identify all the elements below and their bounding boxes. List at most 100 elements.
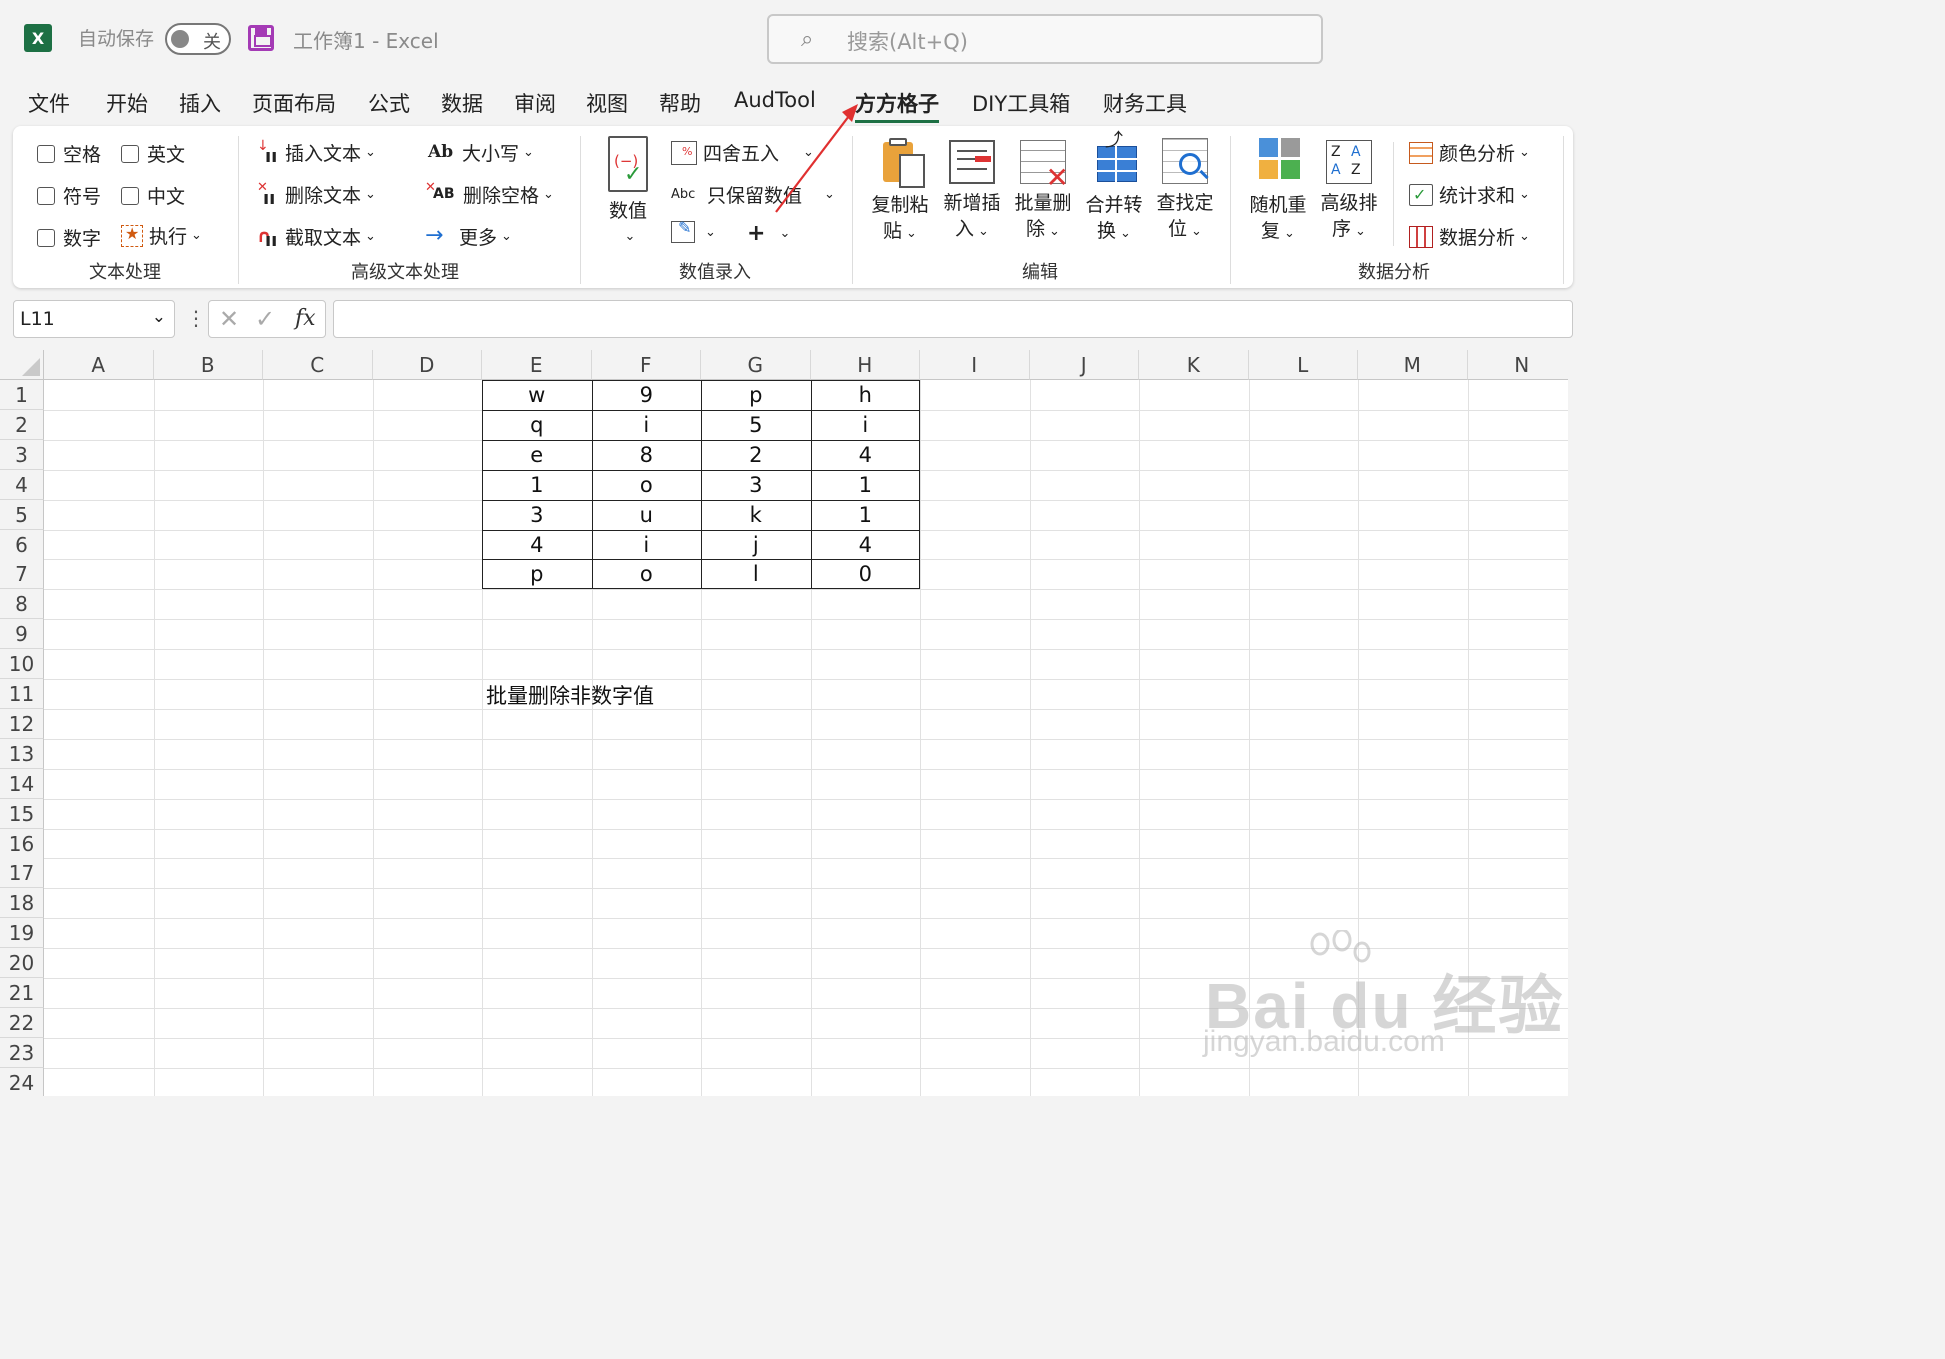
table-cell[interactable]: o bbox=[592, 559, 702, 589]
table-cell[interactable]: l bbox=[701, 559, 811, 589]
table-cell[interactable]: w bbox=[482, 380, 592, 410]
column-header-e[interactable]: E bbox=[482, 350, 592, 380]
insert-text-button[interactable]: ↓ ıı 插入文本 ⌄ bbox=[257, 138, 376, 167]
column-header-c[interactable]: C bbox=[263, 350, 373, 380]
checkbox-english[interactable]: 英文 bbox=[121, 140, 185, 167]
table-cell[interactable]: 1 bbox=[482, 470, 592, 500]
tab-diy-toolbox[interactable]: DIY工具箱 bbox=[972, 88, 1070, 118]
tab-finance-tools[interactable]: 财务工具 bbox=[1103, 88, 1187, 118]
add-dropdown[interactable]: + ⌄ bbox=[747, 221, 790, 246]
row-header-19[interactable]: 19 bbox=[0, 918, 44, 949]
table-cell[interactable]: i bbox=[811, 410, 921, 440]
formula-input[interactable] bbox=[333, 300, 1573, 338]
tab-view[interactable]: 视图 bbox=[586, 88, 628, 118]
tab-review[interactable]: 审阅 bbox=[514, 88, 556, 118]
table-cell[interactable]: 4 bbox=[811, 530, 921, 560]
tab-help[interactable]: 帮助 bbox=[659, 88, 701, 118]
column-header-j[interactable]: J bbox=[1029, 350, 1139, 380]
checkbox-number[interactable]: 数字 bbox=[37, 224, 101, 251]
delete-text-button[interactable]: ✕ ıı 删除文本 ⌄ bbox=[257, 180, 376, 209]
row-header-20[interactable]: 20 bbox=[0, 948, 44, 979]
row-header-7[interactable]: 7 bbox=[0, 559, 44, 590]
table-cell[interactable]: 4 bbox=[482, 530, 592, 560]
row-header-13[interactable]: 13 bbox=[0, 738, 44, 769]
table-cell[interactable]: j bbox=[701, 530, 811, 560]
row-header-22[interactable]: 22 bbox=[0, 1007, 44, 1038]
row-header-17[interactable]: 17 bbox=[0, 858, 44, 889]
row-header-8[interactable]: 8 bbox=[0, 589, 44, 620]
tab-insert[interactable]: 插入 bbox=[179, 88, 221, 118]
batch-delete-button[interactable]: ✕ 批量删 除 ⌄ bbox=[1010, 136, 1076, 245]
row-header-23[interactable]: 23 bbox=[0, 1037, 44, 1068]
table-cell[interactable]: p bbox=[482, 559, 592, 589]
table-cell[interactable]: q bbox=[482, 410, 592, 440]
table-cell[interactable]: e bbox=[482, 440, 592, 470]
table-cell[interactable]: 1 bbox=[811, 470, 921, 500]
checkbox-space[interactable]: 空格 bbox=[37, 140, 101, 167]
confirm-icon[interactable]: ✓ bbox=[255, 305, 275, 333]
merge-convert-button[interactable]: ⤴ 合并转 换 ⌄ bbox=[1081, 130, 1147, 247]
cancel-icon[interactable]: ✕ bbox=[219, 305, 239, 333]
table-cell[interactable]: 3 bbox=[701, 470, 811, 500]
data-analysis-button[interactable]: 数据分析 ⌄ bbox=[1409, 223, 1530, 250]
row-header-1[interactable]: 1 bbox=[0, 380, 44, 410]
row-header-3[interactable]: 3 bbox=[0, 439, 44, 470]
execute-button[interactable]: ★ 执行 ⌄ bbox=[121, 222, 202, 249]
copy-paste-button[interactable]: 复制粘 贴 ⌄ bbox=[867, 136, 933, 247]
search-box[interactable]: ⌕ 搜索(Alt+Q) bbox=[767, 14, 1323, 64]
tab-audtool[interactable]: AudTool bbox=[734, 88, 816, 112]
row-header-10[interactable]: 10 bbox=[0, 649, 44, 680]
column-header-i[interactable]: I bbox=[920, 350, 1030, 380]
column-header-h[interactable]: H bbox=[810, 350, 920, 380]
table-cell[interactable]: h bbox=[811, 380, 921, 410]
column-header-b[interactable]: B bbox=[153, 350, 263, 380]
tab-file[interactable]: 文件 bbox=[28, 88, 70, 118]
insert-new-button[interactable]: 新增插 入 ⌄ bbox=[939, 136, 1005, 245]
table-cell[interactable]: o bbox=[592, 470, 702, 500]
column-header-l[interactable]: L bbox=[1248, 350, 1358, 380]
table-cell[interactable]: u bbox=[592, 500, 702, 530]
save-icon[interactable] bbox=[248, 25, 274, 51]
row-header-4[interactable]: 4 bbox=[0, 469, 44, 500]
table-cell[interactable]: 5 bbox=[701, 410, 811, 440]
random-repeat-button[interactable]: 随机重 复 ⌄ bbox=[1245, 136, 1311, 247]
extract-text-button[interactable]: ∩ ıı 截取文本 ⌄ bbox=[257, 223, 376, 251]
tab-page-layout[interactable]: 页面布局 bbox=[252, 88, 336, 118]
row-header-15[interactable]: 15 bbox=[0, 798, 44, 829]
tab-data[interactable]: 数据 bbox=[441, 88, 483, 118]
color-analysis-button[interactable]: 颜色分析 ⌄ bbox=[1409, 139, 1530, 166]
table-cell[interactable]: 9 bbox=[592, 380, 702, 410]
column-header-k[interactable]: K bbox=[1139, 350, 1249, 380]
delete-spaces-button[interactable]: ✕ AB 删除空格 ⌄ bbox=[425, 180, 554, 208]
column-header-a[interactable]: A bbox=[44, 350, 154, 380]
case-button[interactable]: Ab 大小写 ⌄ bbox=[428, 139, 534, 166]
table-cell[interactable]: p bbox=[701, 380, 811, 410]
tab-fangfanggezi[interactable]: 方方格子 bbox=[855, 88, 939, 123]
row-header-12[interactable]: 12 bbox=[0, 708, 44, 739]
row-header-21[interactable]: 21 bbox=[0, 978, 44, 1008]
select-all-corner[interactable] bbox=[0, 350, 44, 380]
find-locate-button[interactable]: 查找定 位 ⌄ bbox=[1152, 136, 1218, 245]
column-header-d[interactable]: D bbox=[372, 350, 482, 380]
checkbox-symbol[interactable]: 符号 bbox=[37, 182, 101, 209]
advanced-sort-button[interactable]: ZA AZ 高级排 序 ⌄ bbox=[1316, 136, 1382, 245]
checkbox-chinese[interactable]: 中文 bbox=[121, 182, 185, 209]
table-cell[interactable]: 0 bbox=[811, 559, 921, 589]
row-header-9[interactable]: 9 bbox=[0, 619, 44, 650]
table-cell[interactable]: k bbox=[701, 500, 811, 530]
row-header-18[interactable]: 18 bbox=[0, 888, 44, 919]
column-header-f[interactable]: F bbox=[591, 350, 701, 380]
keep-values-button[interactable]: Abc 只保留数值 ⌄ bbox=[671, 181, 835, 208]
column-header-m[interactable]: M bbox=[1358, 350, 1468, 380]
edit-dropdown[interactable]: ✎ ⌄ bbox=[671, 218, 716, 243]
stats-sum-button[interactable]: ✓ 统计求和 ⌄ bbox=[1409, 181, 1530, 208]
row-header-11[interactable]: 11 bbox=[0, 679, 44, 709]
table-cell[interactable]: 2 bbox=[701, 440, 811, 470]
row-header-24[interactable]: 24 bbox=[0, 1067, 44, 1096]
table-cell[interactable]: 4 bbox=[811, 440, 921, 470]
note-cell-e11[interactable]: 批量删除非数字值 bbox=[486, 680, 654, 710]
table-cell[interactable]: i bbox=[592, 410, 702, 440]
insert-function-button[interactable]: fx bbox=[295, 306, 316, 331]
table-cell[interactable]: 1 bbox=[811, 500, 921, 530]
tab-home[interactable]: 开始 bbox=[106, 88, 148, 118]
